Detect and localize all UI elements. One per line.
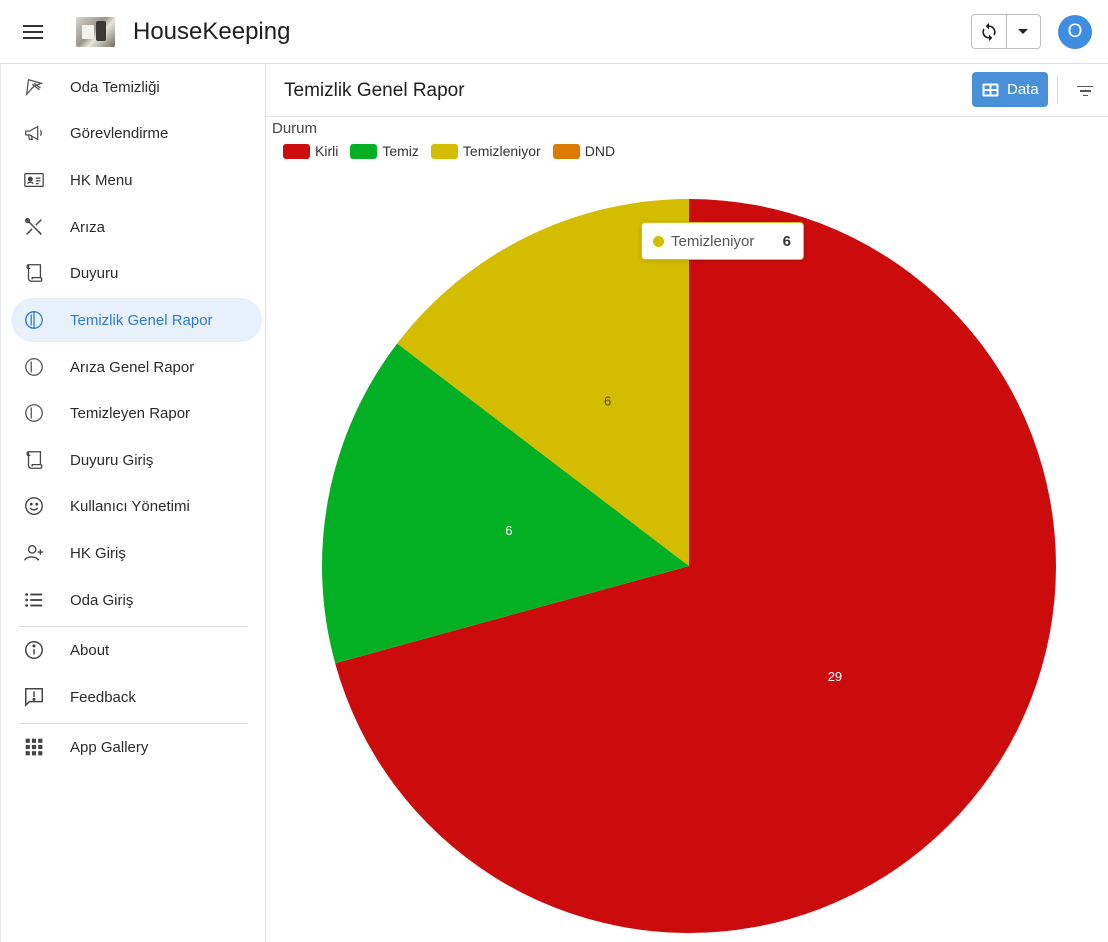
sync-button-group <box>971 14 1041 49</box>
scroll-icon <box>22 261 46 285</box>
sidebar-item-feedback[interactable]: Feedback <box>11 675 262 719</box>
sidebar-item-gorevlendirme[interactable]: Görevlendirme <box>11 111 262 155</box>
app-title: HouseKeeping <box>133 18 291 45</box>
sidebar-item-label: HK Giriş <box>70 544 126 562</box>
sidebar-item-label: Kullanıcı Yönetimi <box>70 497 190 515</box>
grid-icon <box>22 735 46 759</box>
sidebar-nav: Oda Temizliği Görevlendirme HK Menu Arız… <box>0 64 266 942</box>
data-button[interactable]: Data <box>972 72 1048 107</box>
tooltip-color-dot <box>653 235 664 247</box>
tools-icon <box>22 215 46 239</box>
table-icon <box>982 83 999 96</box>
info-icon <box>22 638 46 662</box>
sidebar-item-hk-giris[interactable]: HK Giriş <box>11 531 262 575</box>
half-circle-icon <box>22 355 46 379</box>
chart-tooltip: Temizleniyor 6 <box>641 222 804 260</box>
sidebar-item-label: Oda Giriş <box>70 591 134 609</box>
header-separator <box>1057 76 1058 104</box>
pie-data-label: 6 <box>604 394 611 409</box>
sidebar-item-ariza[interactable]: Arıza <box>11 205 262 249</box>
pie-data-label: 29 <box>828 669 842 684</box>
filter-icon[interactable] <box>1074 80 1096 102</box>
sidebar-divider <box>19 723 248 724</box>
sync-options-dropdown[interactable] <box>1007 15 1041 48</box>
tooltip-label: Temizleniyor <box>671 232 755 250</box>
sync-button[interactable] <box>972 15 1007 48</box>
sidebar-item-label: Arıza <box>70 218 106 236</box>
smiley-icon <box>22 494 46 518</box>
list-icon <box>22 588 46 612</box>
id-card-icon <box>22 168 46 192</box>
chevron-down-icon <box>1018 29 1029 34</box>
app-logo <box>76 17 115 47</box>
sidebar-item-label: Görevlendirme <box>70 124 169 142</box>
pie-data-label: 6 <box>505 523 512 538</box>
user-avatar[interactable]: O <box>1058 15 1092 49</box>
data-button-label: Data <box>1007 81 1039 98</box>
sidebar-item-label: HK Menu <box>70 171 133 189</box>
sidebar-item-label: Duyuru <box>70 264 119 282</box>
sidebar-item-label: App Gallery <box>70 738 149 756</box>
tooltip-value: 6 <box>782 232 791 250</box>
page-title: Temizlik Genel Rapor <box>284 80 465 101</box>
sidebar-item-label: Duyuru Giriş <box>70 451 154 469</box>
sidebar-item-ariza-genel-rapor[interactable]: Arıza Genel Rapor <box>11 345 262 389</box>
feedback-icon <box>22 685 46 709</box>
megaphone-icon <box>22 121 46 145</box>
sidebar-item-hk-menu[interactable]: HK Menu <box>11 158 262 202</box>
top-app-bar: HouseKeeping O <box>0 0 1108 64</box>
sync-icon <box>982 22 996 41</box>
sidebar-item-label: Temizleyen Rapor <box>70 404 191 422</box>
sidebar-divider <box>19 626 248 627</box>
half-circle-icon <box>22 308 46 332</box>
sidebar-item-oda-giris[interactable]: Oda Giriş <box>11 578 262 622</box>
sidebar-item-label: Oda Temizliği <box>70 78 160 96</box>
sidebar-item-label: About <box>70 641 110 659</box>
panel-header: Temizlik Genel Rapor Data <box>266 64 1108 117</box>
sidebar-item-temizlik-genel-rapor[interactable]: Temizlik Genel Rapor <box>11 298 262 342</box>
sidebar-item-duyuru[interactable]: Duyuru <box>11 251 262 295</box>
sidebar-item-label: Temizlik Genel Rapor <box>70 311 213 329</box>
half-circle-icon <box>22 401 46 425</box>
sidebar-item-oda-temizligi[interactable]: Oda Temizliği <box>11 65 262 109</box>
sidebar-item-kullanici-yonetimi[interactable]: Kullanıcı Yönetimi <box>11 484 262 528</box>
sidebar-item-app-gallery[interactable]: App Gallery <box>11 725 262 769</box>
scroll-icon <box>22 448 46 472</box>
sidebar-item-temizleyen-rapor[interactable]: Temizleyen Rapor <box>11 391 262 435</box>
sidebar-item-about[interactable]: About <box>11 628 262 672</box>
person-add-icon <box>22 541 46 565</box>
sidebar-item-label: Arıza Genel Rapor <box>70 358 195 376</box>
menu-icon[interactable] <box>14 18 52 46</box>
sidebar-item-duyuru-giris[interactable]: Duyuru Giriş <box>11 438 262 482</box>
sidebar-item-label: Feedback <box>70 688 136 706</box>
broom-icon <box>22 75 46 99</box>
